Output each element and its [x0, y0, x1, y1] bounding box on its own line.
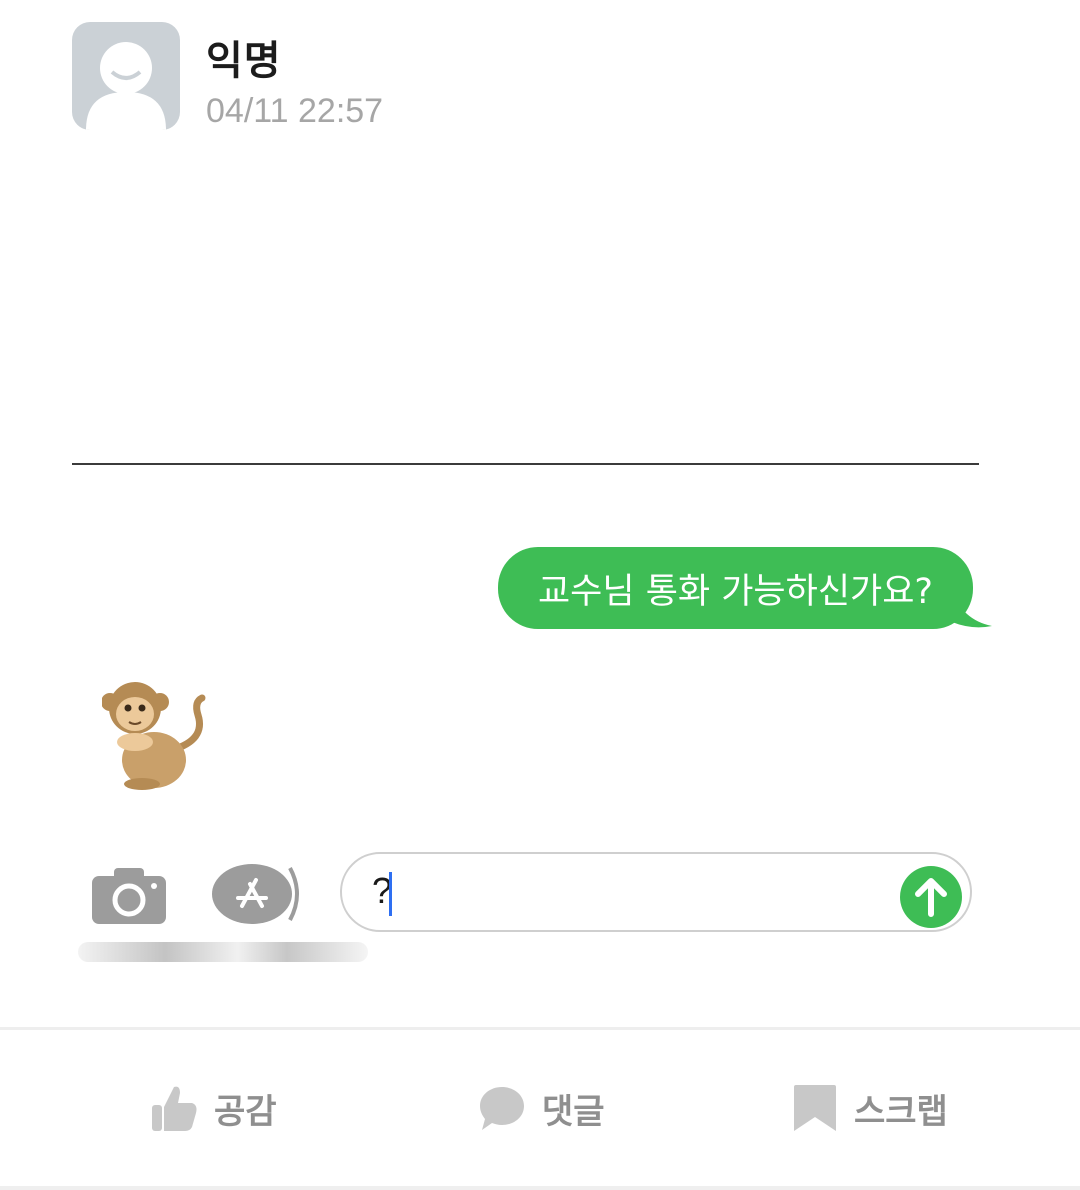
scrap-label: 스크랩	[854, 1091, 948, 1132]
default-user-icon	[86, 42, 166, 130]
image-divider	[72, 463, 979, 465]
sent-message-bubble: 교수님 통화 가능하신가요?	[498, 547, 973, 629]
author-name: 익명	[206, 38, 282, 84]
bookmark-icon	[794, 1085, 836, 1131]
post-actions: 공감 댓글 스크랩	[0, 1030, 1080, 1180]
message-input[interactable]: ?	[340, 852, 972, 932]
bottom-separator	[0, 1186, 1080, 1190]
post-timestamp: 04/11 22:57	[206, 92, 384, 130]
send-arrow-icon[interactable]	[900, 866, 962, 928]
comment-button[interactable]: 댓글	[478, 1078, 605, 1138]
like-label: 공감	[214, 1091, 277, 1132]
bubble-tail	[952, 590, 992, 628]
text-cursor	[389, 872, 392, 916]
thumbs-up-icon	[152, 1086, 197, 1131]
avatar[interactable]	[72, 22, 180, 130]
post-image: 교수님 통화 가능하신가요? ?	[50, 150, 1025, 975]
scrap-button[interactable]: 스크랩	[792, 1078, 948, 1138]
comment-bubble-icon	[480, 1087, 524, 1130]
camera-icon[interactable]	[92, 868, 166, 924]
like-button[interactable]: 공감	[150, 1078, 277, 1138]
blurred-keyboard-edge	[78, 942, 368, 962]
comment-label: 댓글	[542, 1091, 605, 1132]
monkey-emoji	[102, 682, 206, 790]
post-header: 익명 04/11 22:57	[72, 22, 672, 132]
app-store-icon[interactable]	[212, 862, 302, 926]
